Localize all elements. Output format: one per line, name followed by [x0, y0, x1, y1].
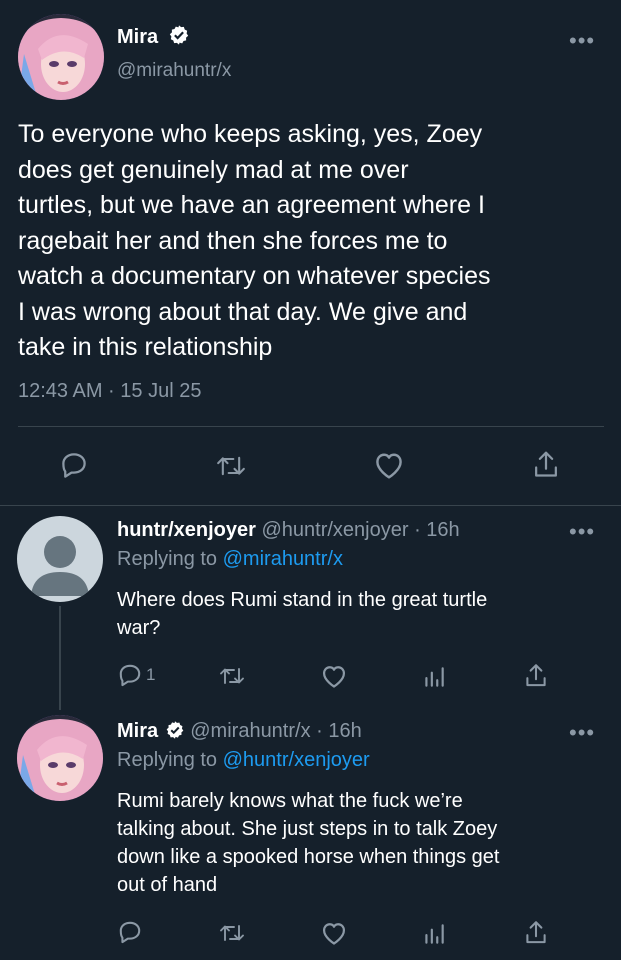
retweet-icon[interactable]	[214, 452, 248, 480]
reply-icon[interactable]	[117, 919, 143, 945]
replying-to-link[interactable]: @huntr/xenjoyer	[223, 749, 370, 771]
thread-line	[59, 606, 61, 710]
reply2-header: Mira @mirahuntr/x · 16h	[117, 720, 362, 743]
reply-icon	[117, 662, 143, 688]
text-line: talking about. She just steps in to talk…	[117, 818, 498, 840]
replying-prefix: Replying to	[117, 749, 223, 771]
reply1-handle[interactable]: @huntr/xenjoyer	[261, 519, 408, 541]
text-line: Rumi barely knows what the fuck we’re	[117, 790, 463, 812]
more-icon[interactable]: •••	[569, 30, 595, 52]
text-line: ragebait her and then she forces me to	[18, 226, 448, 255]
text-line: does get genuinely mad at me over	[18, 155, 409, 184]
reply1-reply-button[interactable]: 1	[117, 662, 155, 688]
more-icon[interactable]: •••	[569, 722, 595, 744]
verified-icon	[165, 720, 185, 740]
main-handle[interactable]: @mirahuntr/x	[117, 60, 231, 82]
text-line: I was wrong about that day. We give and	[18, 297, 468, 326]
text-line: turtles, but we have an agreement where …	[18, 191, 485, 219]
reply1-header: huntr/xenjoyer @huntr/xenjoyer · 16h	[117, 519, 460, 542]
analytics-icon[interactable]	[421, 921, 447, 947]
reply2-author-name[interactable]: Mira	[117, 720, 158, 742]
text-line: down like a spooked horse when things ge…	[117, 846, 500, 868]
reply1-author-name[interactable]: huntr/xenjoyer	[117, 519, 256, 541]
text-line: Where does Rumi stand in the great turtl…	[117, 589, 488, 611]
text-line: take in this relationship	[18, 333, 273, 361]
author-name-text: Mira	[117, 26, 159, 48]
reply2-text: Rumi barely knows what the fuck we’re ta…	[117, 787, 617, 899]
like-icon[interactable]	[320, 663, 348, 689]
text-line: To everyone who keeps asking, yes, Zoey	[18, 120, 483, 148]
reply2-replying-to: Replying to @huntr/xenjoyer	[117, 749, 370, 772]
like-icon[interactable]	[320, 920, 348, 946]
reply1-replying-to: Replying to @mirahuntr/x	[117, 548, 343, 571]
share-icon[interactable]	[531, 449, 561, 481]
reply2-avatar[interactable]	[17, 715, 103, 801]
reply2-handle[interactable]: @mirahuntr/x	[190, 720, 310, 742]
reply1-avatar[interactable]	[17, 516, 103, 602]
text-line: out of hand	[117, 874, 218, 896]
verified-icon	[168, 24, 190, 46]
reply-count: 1	[146, 665, 156, 684]
reply-icon[interactable]	[58, 450, 90, 480]
replying-to-link[interactable]: @mirahuntr/x	[223, 548, 343, 570]
retweet-icon[interactable]	[217, 921, 247, 945]
main-tweet-text: To everyone who keeps asking, yes, Zoey …	[18, 117, 618, 366]
divider	[18, 426, 604, 427]
analytics-icon[interactable]	[421, 664, 447, 690]
text-line: war?	[117, 617, 161, 639]
divider	[0, 505, 621, 506]
more-icon[interactable]: •••	[569, 521, 595, 543]
reply1-time[interactable]: · 16h	[414, 519, 460, 541]
text-line: watch a documentary on whatever species	[18, 262, 491, 290]
share-icon[interactable]	[523, 919, 549, 947]
reply2-time[interactable]: · 16h	[316, 720, 362, 742]
replying-prefix: Replying to	[117, 548, 223, 570]
main-author-name[interactable]: Mira	[117, 24, 190, 49]
main-timestamp[interactable]: 12:43 AM · 15 Jul 25	[18, 380, 201, 403]
like-icon[interactable]	[372, 450, 406, 480]
share-icon[interactable]	[523, 662, 549, 690]
reply1-text: Where does Rumi stand in the great turtl…	[117, 586, 487, 642]
retweet-icon[interactable]	[217, 664, 247, 688]
main-avatar[interactable]	[18, 14, 104, 100]
